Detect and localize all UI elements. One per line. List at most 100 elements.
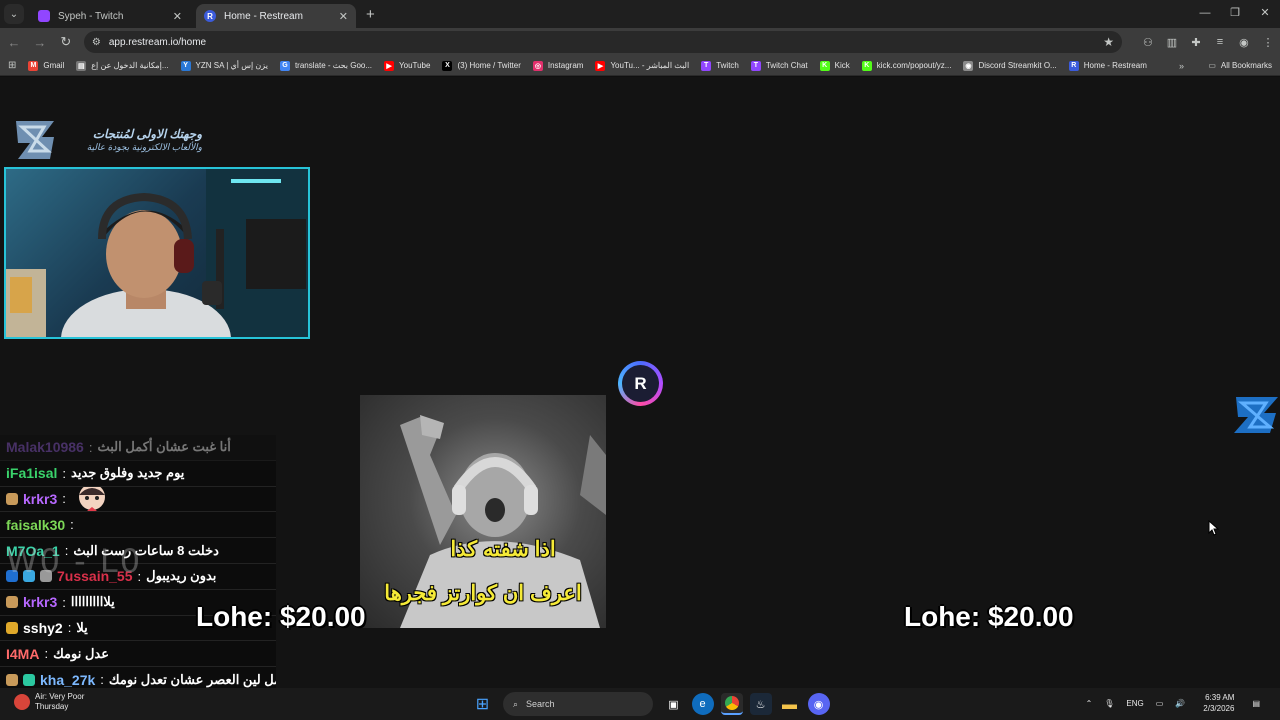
bookmark-label: Home - Restream	[1083, 61, 1147, 70]
youtube-icon: ▶	[384, 60, 395, 71]
task-view-icon[interactable]: ▣	[663, 693, 685, 715]
chat-text: اصمل لين العصر عشان تعدل نومك	[108, 671, 276, 687]
extension-icon[interactable]: ⚇	[1136, 36, 1160, 49]
chat-badge-icon	[6, 621, 18, 634]
twitch-icon: T	[750, 60, 761, 71]
bookmark-label: Instagram	[547, 61, 584, 70]
chat-username: kha_27k	[40, 671, 96, 688]
bookmark-item[interactable]: M Gmail	[28, 60, 64, 71]
edge-icon[interactable]: e	[691, 693, 714, 715]
system-tray: ⌃ 🎙 ENG ▭ 🔊 6:39 AM 2/3/2026 ▤	[1080, 692, 1266, 714]
close-window-icon[interactable]: ✕	[1250, 0, 1280, 28]
windows-start-icon[interactable]: ⊞	[472, 693, 494, 715]
bookmarks-bar: ⊞ M Gmail ▤ إمكانية الدخول عن إع... Y YZN SA …	[0, 56, 1280, 76]
date: 2/3/2026	[1203, 704, 1235, 713]
chat-separator: :	[62, 465, 66, 481]
meme-caption-1: اذا شفته كذا	[450, 538, 556, 561]
bookmark-item[interactable]: T Twitch Chat	[750, 60, 808, 71]
sponsor-banner: وجهتك الاولى لمُنتجات والألعاب الالكترون…	[14, 117, 210, 167]
bookmark-item[interactable]: ◉ Discord Streamkit O...	[963, 60, 1057, 71]
close-icon[interactable]: ✕	[173, 10, 182, 23]
tab-search-button[interactable]: ⌄	[4, 4, 24, 24]
windows-taskbar: Air: Very Poor Thursday ⊞ ⌕ Search ▣ e ♨…	[0, 688, 1280, 720]
bookmark-label: Twitch	[716, 61, 739, 70]
chat-text: بدون ريديبول	[146, 568, 217, 584]
kick-icon: K	[819, 60, 830, 71]
apps-icon[interactable]: ⊞	[8, 60, 16, 71]
search-icon: ⌕	[513, 698, 519, 709]
back-icon[interactable]: ←	[2, 35, 26, 50]
bookmark-label: YouTu... - البث المباشر	[610, 61, 690, 70]
microphone-icon[interactable]: 🎙	[1104, 699, 1114, 708]
chat-separator: :	[100, 672, 104, 688]
media-icon[interactable]: ≡	[1208, 36, 1232, 49]
tab-title: Home - Restream	[224, 10, 303, 22]
webcam-feed	[4, 167, 310, 339]
steam-icon[interactable]: ♨	[749, 693, 772, 715]
bookmark-item[interactable]: ▶ YouTube	[384, 60, 430, 71]
bookmark-label: إمكانية الدخول عن إع...	[91, 61, 169, 70]
chat-username: I4MA	[6, 645, 40, 662]
bookmark-item[interactable]: X (3) Home / Twitter	[442, 60, 521, 71]
reload-icon[interactable]: ↻	[54, 34, 78, 50]
minimize-icon[interactable]: —	[1190, 0, 1220, 28]
bookmark-label: (3) Home / Twitter	[457, 61, 521, 70]
search-label: Search	[526, 699, 555, 709]
bookmark-item[interactable]: ▶ YouTu... - البث المباشر	[595, 60, 690, 71]
all-bookmarks-label: All Bookmarks	[1220, 61, 1272, 70]
bookmark-item[interactable]: T Twitch	[701, 60, 739, 71]
clock[interactable]: 6:39 AM 2/3/2026	[1197, 692, 1240, 714]
taskbar-search[interactable]: ⌕ Search	[503, 692, 653, 716]
instagram-icon: ◎	[532, 60, 543, 71]
all-bookmarks-button[interactable]: ▭ All Bookmarks	[1208, 61, 1272, 70]
bookmark-item[interactable]: ◎ Instagram	[532, 60, 584, 71]
chat-username: faisalk30	[6, 516, 66, 533]
language-indicator[interactable]: ENG	[1126, 699, 1143, 708]
window-controls: — ❐ ✕	[1190, 0, 1280, 28]
profile-icon[interactable]: ◉	[1232, 36, 1256, 49]
bookmark-star-icon[interactable]: ★	[1103, 35, 1114, 49]
bookmark-label: Discord Streamkit O...	[978, 61, 1057, 70]
chat-badge-icon	[6, 596, 18, 609]
file-explorer-icon[interactable]: ▬	[779, 693, 801, 715]
tab-twitch[interactable]: Sypeh - Twitch ✕	[30, 4, 190, 28]
extension-icon[interactable]: ▥	[1160, 36, 1184, 49]
tab-title: Sypeh - Twitch	[58, 10, 124, 22]
bookmark-label: YZN SA | يزن إس أي	[195, 61, 268, 70]
win-loss-counter: W0 - L0	[6, 542, 143, 580]
chat-message: iFa1isal: يوم جديد وفلوق جديد	[0, 460, 276, 487]
chrome-icon[interactable]	[720, 693, 743, 715]
new-tab-button[interactable]: +	[366, 6, 375, 23]
puzzle-icon[interactable]: ✚	[1184, 36, 1208, 49]
volume-icon[interactable]: 🔊	[1175, 699, 1185, 708]
bookmark-item[interactable]: Y YZN SA | يزن إس أي	[180, 60, 268, 71]
close-icon[interactable]: ✕	[339, 10, 348, 23]
menu-icon[interactable]: ⋮	[1256, 36, 1280, 49]
network-icon[interactable]: ▭	[1156, 699, 1164, 708]
tab-strip: ⌄ Sypeh - Twitch ✕ R Home - Restream ✕ +…	[0, 0, 1280, 28]
forward-icon[interactable]: →	[28, 35, 52, 50]
banner-line2: والألعاب الالكترونية بجودة عالية	[86, 142, 202, 152]
weather-widget[interactable]: Air: Very Poor Thursday	[14, 692, 84, 712]
chat-separator: :	[62, 594, 66, 610]
address-bar[interactable]: ⚙ app.restream.io/home ★	[83, 31, 1122, 53]
bookmarks-overflow-icon[interactable]: »	[1179, 61, 1184, 71]
x-icon: X	[442, 60, 453, 71]
tab-restream[interactable]: R Home - Restream ✕	[196, 4, 356, 28]
site-info-icon[interactable]: ⚙	[92, 37, 101, 48]
chat-separator: :	[62, 491, 66, 507]
bookmark-item[interactable]: Gtranslate - بحث Goo...	[279, 60, 372, 71]
tray-overflow-icon[interactable]: ⌃	[1086, 699, 1093, 708]
bookmark-item[interactable]: K Kick	[819, 60, 850, 71]
browser-toolbar: ← → ↻ ⚙ app.restream.io/home ★ ⚇ ▥ ✚ ≡ ◉…	[0, 28, 1280, 56]
twitch-icon	[38, 10, 50, 22]
bookmark-item[interactable]: R Home - Restream	[1068, 60, 1147, 71]
chat-separator: :	[70, 517, 74, 533]
meme-image: اذا شفته كذا اعرف ان كوارتز فجرها	[360, 395, 606, 628]
restore-icon[interactable]: ❐	[1220, 0, 1250, 28]
bookmark-item[interactable]: Kkick.com/popout/yz...	[861, 60, 951, 71]
discord-icon[interactable]: ◉	[807, 693, 830, 715]
bookmark-item[interactable]: ▤ إمكانية الدخول عن إع...	[76, 60, 169, 71]
chat-message: krkr3:	[0, 486, 276, 513]
notification-icon[interactable]: ▤	[1252, 699, 1260, 708]
